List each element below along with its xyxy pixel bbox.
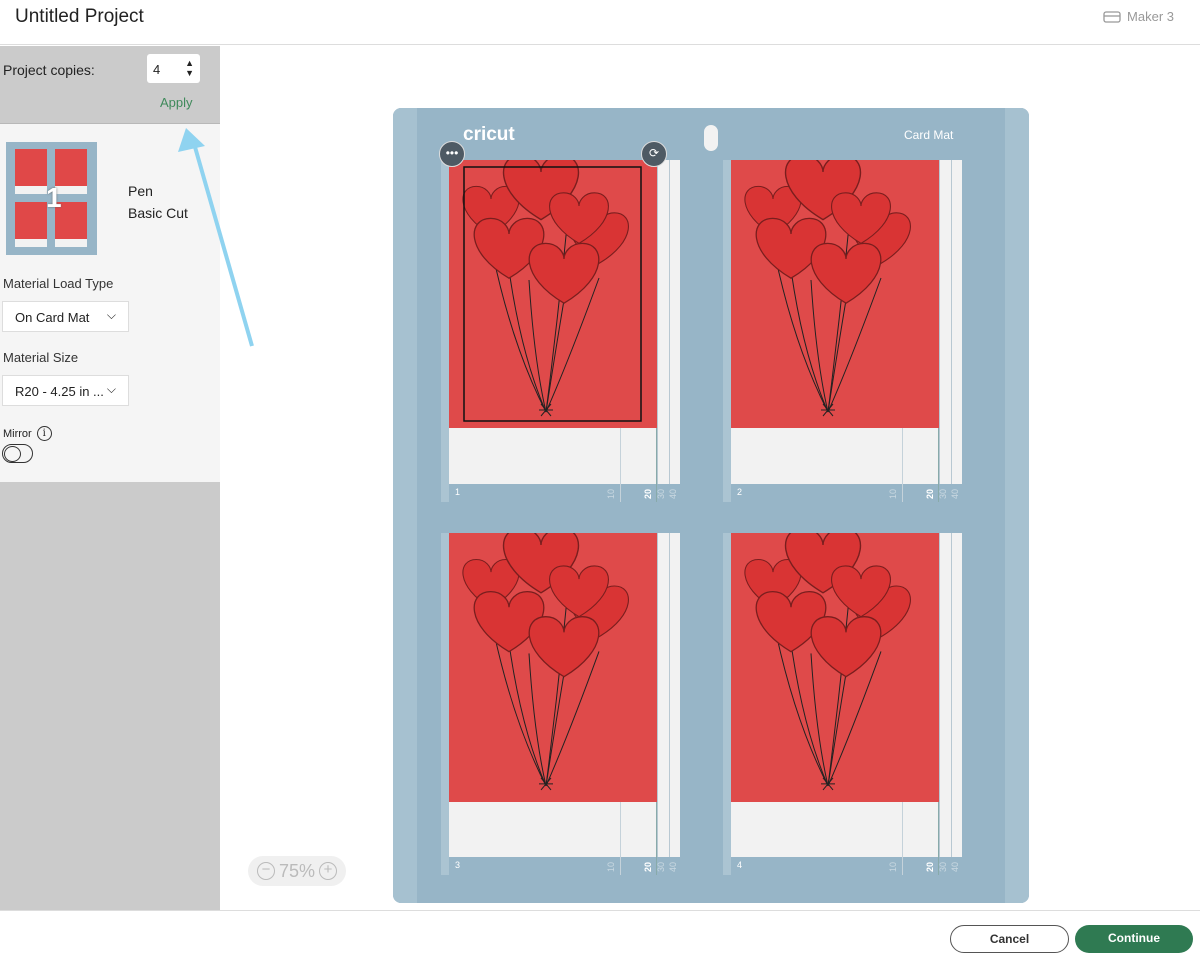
ruler-tick: 20 xyxy=(643,861,654,873)
mat-settings-panel: 1 Pen Basic Cut Material Load Type On Ca… xyxy=(0,124,220,482)
material-size-value: R20 - 4.25 in ... xyxy=(15,384,104,399)
ruler-tick: 10 xyxy=(888,488,899,500)
copies-value: 4 xyxy=(153,62,161,77)
ruler-tick: 20 xyxy=(643,488,654,500)
ruler-tick: 30 xyxy=(656,488,667,500)
ruler-tick: 10 xyxy=(606,861,617,873)
material-load-value: On Card Mat xyxy=(15,310,90,325)
card-design[interactable] xyxy=(731,160,939,428)
machine-selector[interactable]: Maker 3 xyxy=(1103,9,1174,24)
ruler-tick: 30 xyxy=(938,861,949,873)
heart-balloons-image xyxy=(449,160,642,422)
header: Untitled Project Maker 3 xyxy=(0,0,1200,45)
mat-name: Card Mat xyxy=(904,128,954,142)
card-number: 4 xyxy=(737,860,743,870)
material-load-label: Material Load Type xyxy=(3,276,114,291)
ruler-tick: 40 xyxy=(668,488,679,500)
ruler-tick: 40 xyxy=(950,861,961,873)
mat-slot xyxy=(704,125,718,151)
card-number: 2 xyxy=(737,487,743,497)
mirror-toggle[interactable] xyxy=(2,444,33,463)
stepper-arrows-icon[interactable]: ▲ ▼ xyxy=(185,58,194,78)
mirror-label: Mirror xyxy=(3,427,32,440)
card-design[interactable] xyxy=(449,160,657,428)
zoom-in-icon[interactable]: + xyxy=(319,862,338,880)
ruler-tick: 40 xyxy=(668,861,679,873)
zoom-out-icon[interactable]: − xyxy=(256,862,275,880)
page-title: Untitled Project xyxy=(15,6,144,27)
card-design[interactable] xyxy=(731,533,939,802)
ruler-tick: 40 xyxy=(950,488,961,500)
ruler-tick: 10 xyxy=(888,861,899,873)
heart-balloons-image xyxy=(449,533,657,802)
tool-label: Pen xyxy=(128,183,153,199)
ruler-tick: 30 xyxy=(656,861,667,873)
panel-background xyxy=(0,482,220,910)
apply-button[interactable]: Apply xyxy=(160,95,193,110)
chevron-down-icon: ⌵ xyxy=(106,382,116,396)
material-load-dropdown[interactable]: On Card Mat ⌵ xyxy=(2,301,129,332)
rotate-icon[interactable]: ⟳ xyxy=(641,141,667,167)
ruler-tick: 20 xyxy=(925,861,936,873)
material-size-label: Material Size xyxy=(3,350,79,365)
zoom-level: 75% xyxy=(278,860,316,881)
cricut-logo: cricut xyxy=(463,124,515,145)
card-design[interactable] xyxy=(449,533,657,802)
card-number: 3 xyxy=(455,860,461,870)
more-options-icon[interactable]: ••• xyxy=(439,141,465,167)
card-mat: cricut Card Mat 1 10 20 30 40 2 10 20 30 40 3 10 2… xyxy=(393,108,1029,903)
heart-balloons-image xyxy=(731,160,939,428)
heart-balloons-image xyxy=(731,533,939,802)
card-number: 1 xyxy=(455,487,461,497)
mat-thumbnail[interactable]: 1 xyxy=(6,142,97,255)
ruler-tick: 20 xyxy=(925,488,936,500)
footer: Cancel Continue xyxy=(0,910,1200,963)
cancel-button[interactable]: Cancel xyxy=(950,925,1069,953)
machine-name: Maker 3 xyxy=(1127,9,1174,24)
printer-icon xyxy=(1103,10,1121,23)
mat-number: 1 xyxy=(46,182,62,213)
chevron-down-icon: ⌵ xyxy=(106,308,116,322)
ruler-tick: 10 xyxy=(606,488,617,500)
ruler-tick: 30 xyxy=(938,488,949,500)
continue-button[interactable]: Continue xyxy=(1075,925,1193,953)
material-size-dropdown[interactable]: R20 - 4.25 in ... ⌵ xyxy=(2,375,129,406)
cut-label: Basic Cut xyxy=(128,205,188,221)
info-icon[interactable]: i xyxy=(36,426,52,441)
project-copies-label: Project copies: xyxy=(3,62,95,78)
project-copies-section: Project copies: 4 ▲ ▼ Apply xyxy=(0,46,220,124)
project-copies-input[interactable]: 4 ▲ ▼ xyxy=(147,54,200,83)
zoom-control: − 75% + xyxy=(248,856,346,886)
